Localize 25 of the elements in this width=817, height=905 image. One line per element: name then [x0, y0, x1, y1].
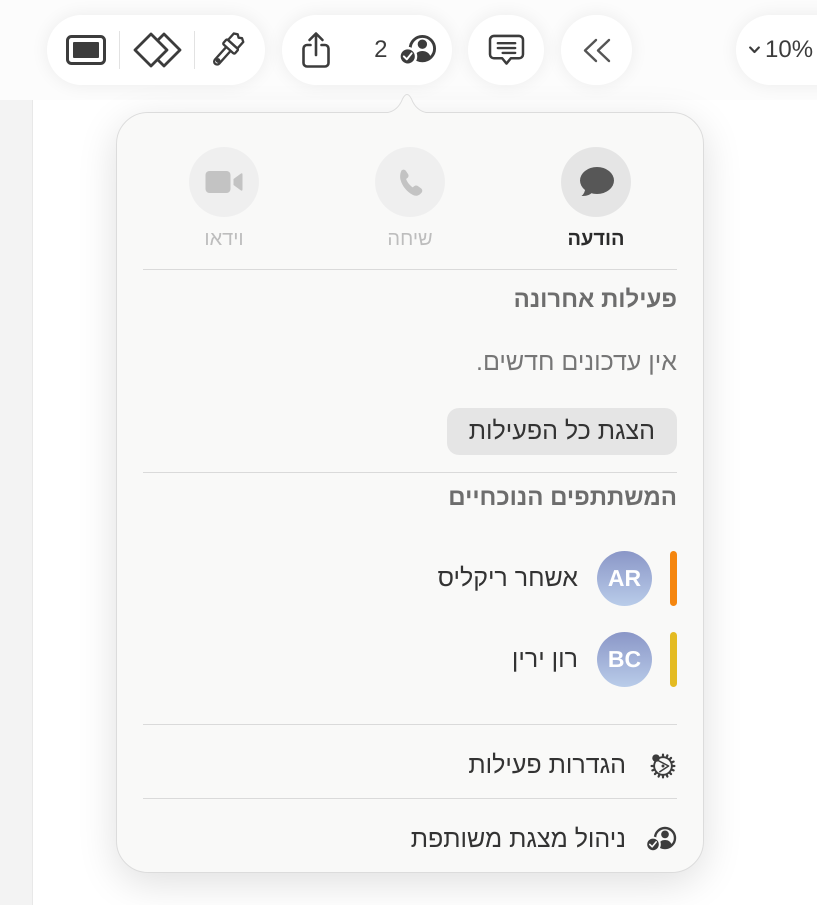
avatar: AR — [597, 551, 652, 606]
speech-bubble-icon — [561, 147, 631, 217]
settings-menu-item[interactable]: הגדרות פעילות — [143, 725, 677, 798]
comment-icon — [488, 34, 524, 66]
show-all-activity-button[interactable]: הצגת כל הפעילות — [446, 408, 677, 455]
share-icon — [301, 31, 332, 69]
participant-name: רון ירין — [512, 645, 578, 674]
participant-name: אשחר ריקליס — [438, 564, 578, 593]
layers-icon — [132, 31, 182, 69]
slide-icon — [66, 35, 106, 65]
video-camera-icon — [189, 147, 259, 217]
message-button[interactable]: הודעה — [561, 147, 631, 251]
section-heading: פעילות אחרונה — [512, 286, 677, 314]
chevron-down-icon — [749, 46, 760, 54]
avatar: BC — [597, 632, 652, 687]
collaboration-icon — [645, 826, 677, 853]
manage-menu-item[interactable]: ניהול מצגת משותפת — [143, 799, 677, 872]
collaborate-button[interactable]: 2 — [366, 15, 442, 85]
section-heading: המשתתפים הנוכחיים — [447, 484, 677, 512]
phone-icon — [375, 147, 445, 217]
gear-icon — [649, 752, 677, 780]
double-chevron-icon — [581, 38, 612, 62]
zoom-button[interactable]: 10% — [736, 15, 817, 85]
empty-message: אין עדכונים חדשים. — [475, 347, 677, 377]
collaboration-icon — [398, 34, 438, 66]
